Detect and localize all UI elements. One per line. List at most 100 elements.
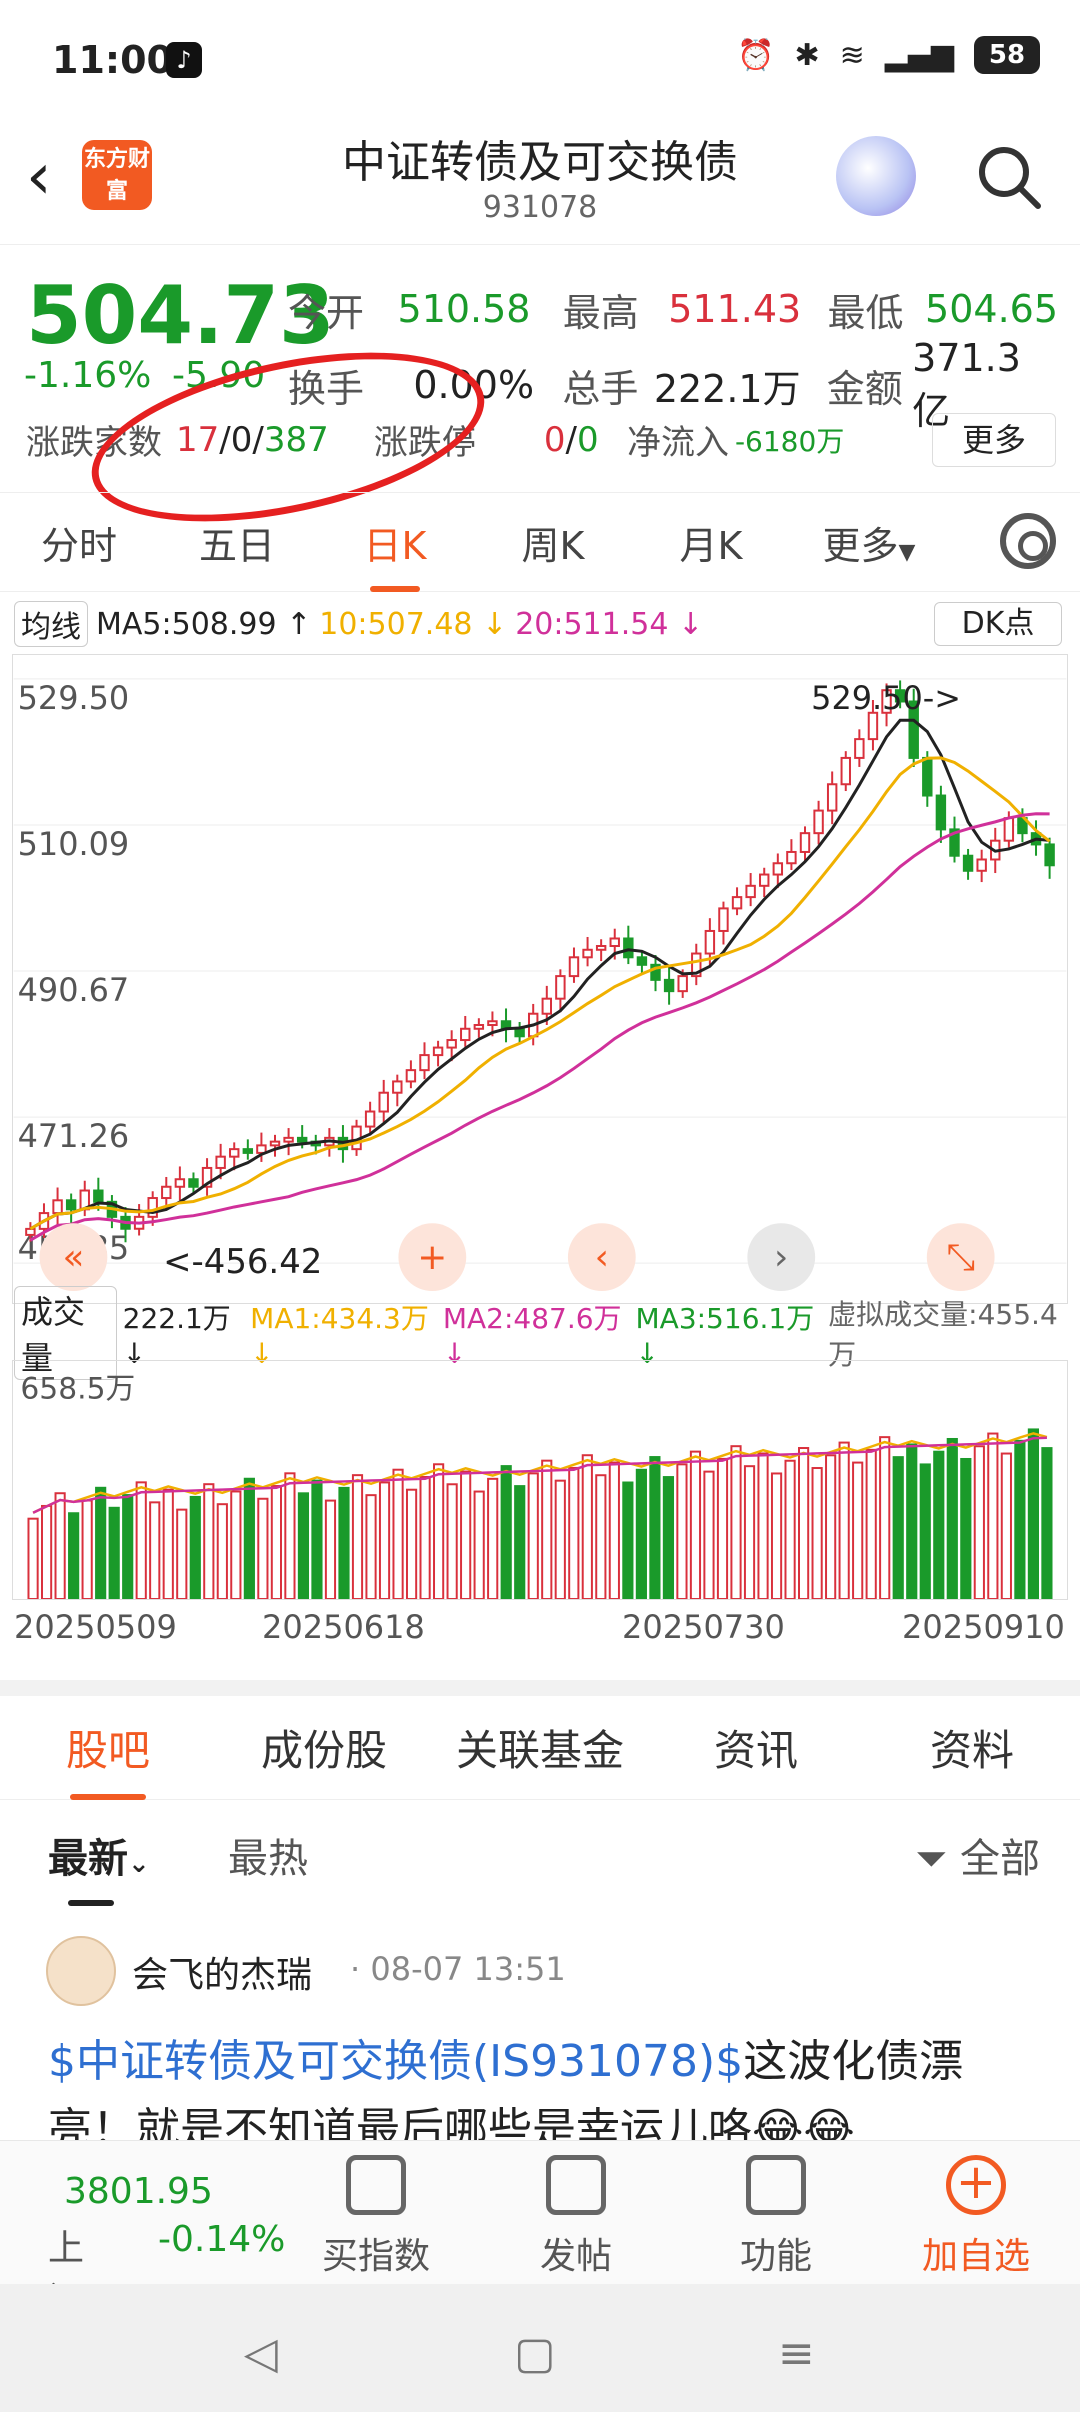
tab-constituents[interactable]: 成份股 (216, 1717, 432, 1778)
post-text[interactable]: $中证转债及可交换债(IS931078)$这波化债漂亮！就是不知道最后哪些是幸运… (48, 2028, 1050, 2148)
volume-bar (946, 1437, 958, 1599)
post-username[interactable]: 会飞的杰瑞 (132, 1946, 312, 1998)
volume-bar (405, 1488, 418, 1599)
volume-chart[interactable]: 658.5万 (12, 1360, 1068, 1600)
volume-bar (149, 1501, 161, 1599)
tiktok-icon: ♪ (166, 42, 202, 78)
candle (242, 1148, 254, 1154)
functions-button[interactable]: 功能 (696, 2155, 856, 2279)
sort-latest[interactable]: 最新⌄ (48, 1826, 150, 1906)
chevron-down-icon: ⌄ (128, 1849, 150, 1879)
candle (541, 997, 553, 1015)
search-icon[interactable] (974, 142, 1044, 212)
candle (718, 907, 729, 932)
candle (25, 1227, 36, 1236)
volume-bar (419, 1475, 431, 1599)
volume-bar (892, 1456, 904, 1599)
volume-bar (622, 1481, 634, 1599)
low-label: 最低 (827, 290, 904, 335)
volume-bar (960, 1457, 972, 1599)
netflow-label: 净流入 (626, 423, 729, 463)
candle (813, 809, 824, 835)
index-code: 931078 (482, 190, 598, 225)
tab-daily-k[interactable]: 日K (316, 515, 474, 592)
open-label: 今开 (288, 290, 365, 335)
tab-guba[interactable]: 股吧 (0, 1717, 216, 1800)
candle (229, 1148, 240, 1158)
open-value: 510.58 (397, 287, 531, 331)
filter-icon: ⏷ (915, 1836, 960, 1882)
candle (1003, 817, 1015, 842)
tab-related-funds[interactable]: 关联基金 (432, 1717, 648, 1778)
gear-icon[interactable] (1000, 513, 1056, 569)
filter-all[interactable]: ⏷ 全部 (915, 1826, 1040, 1884)
volume-bar (460, 1470, 472, 1599)
volume-bar (189, 1495, 201, 1599)
candle (269, 1140, 281, 1147)
divider (0, 1680, 1080, 1696)
candle (65, 1199, 77, 1211)
date-axis: 20250509 20250618 20250730 20250910 (14, 1608, 1066, 1658)
tab-info[interactable]: 资料 (864, 1717, 1080, 1778)
tab-five-day[interactable]: 五日 (158, 515, 316, 570)
candle (364, 1110, 376, 1128)
nav-menu-icon[interactable]: ≡ (778, 2328, 815, 2379)
volume-bar (1000, 1452, 1012, 1599)
vol-ma2: MA2:487.6万↓ (442, 1301, 622, 1370)
content-tabs: 股吧 成份股 关联基金 资讯 资料 (0, 1696, 1080, 1800)
tab-intraday[interactable]: 分时 (0, 515, 158, 570)
candle (677, 975, 688, 993)
volume-bar (41, 1504, 53, 1599)
candlestick-chart[interactable]: 529.50510.09490.67471.26451.85529.50-><-… (12, 654, 1068, 1304)
volume-bar (392, 1468, 404, 1599)
change-percent: -1.16% (24, 355, 152, 396)
candle (704, 929, 716, 955)
volume-bar (365, 1494, 377, 1599)
more-button[interactable]: 更多 (932, 413, 1056, 467)
bottom-bar: 3801.95 上证 -0.14% 买指数 发帖 功能 +加自选 (0, 2140, 1080, 2321)
ma-toggle[interactable]: 均线 (14, 601, 88, 647)
volume-bar (270, 1485, 282, 1599)
volume-bar (122, 1494, 134, 1599)
volume-bar (351, 1474, 364, 1599)
nav-back-icon[interactable]: ◁ (244, 2328, 278, 2379)
assistant-robot-icon[interactable] (836, 136, 916, 216)
volume-bar (162, 1488, 174, 1599)
volume-bar (973, 1445, 985, 1599)
tab-monthly-k[interactable]: 月K (632, 515, 790, 570)
volume-bar (838, 1441, 850, 1599)
volume-bar (257, 1497, 269, 1599)
volume-legend: 成交量 222.1万↓ MA1:434.3万↓ MA2:487.6万↓ MA3:… (14, 1286, 1066, 1380)
post-item[interactable]: 会飞的杰瑞 · 08-07 13:51 $中证转债及可交换债(IS931078)… (0, 1920, 1080, 2148)
index-value: 3801.95 (64, 2171, 213, 2212)
volume-bar (852, 1461, 864, 1599)
tab-weekly-k[interactable]: 周K (474, 515, 632, 570)
volume-bar (433, 1463, 445, 1599)
tab-more[interactable]: 更多▼ (790, 515, 948, 570)
status-time: 11:00 (52, 38, 173, 82)
vol-ma3: MA3:516.1万↓ (635, 1301, 815, 1370)
nav-home-icon[interactable]: ▢ (514, 2328, 556, 2379)
limit-down-count: 0 (576, 419, 599, 460)
buy-index-button[interactable]: 买指数 (296, 2155, 456, 2279)
avatar[interactable] (46, 1936, 116, 2006)
volume-bar (919, 1463, 931, 1599)
post-button[interactable]: 发帖 (496, 2155, 656, 2279)
chart-tool-icon: + (417, 1237, 447, 1278)
tab-news[interactable]: 资讯 (648, 1717, 864, 1778)
add-watchlist-button[interactable]: + 加自选 (896, 2155, 1056, 2279)
sort-hot[interactable]: 最热 (228, 1826, 308, 1884)
volume-bar (635, 1468, 647, 1599)
candle (609, 937, 620, 948)
wifi-icon: ≋ (839, 37, 865, 73)
dk-point-button[interactable]: DK点 (934, 602, 1062, 646)
limit-up-count: 0 (543, 419, 566, 460)
post-stock-link[interactable]: $中证转债及可交换债(IS931078)$ (48, 2036, 743, 2087)
volume-bar (378, 1481, 391, 1599)
min-label: <-456.42 (163, 1242, 322, 1281)
volume-bar (743, 1465, 756, 1599)
volume-bar (541, 1459, 553, 1599)
volume-bar (865, 1448, 877, 1599)
date-label: 20250618 (262, 1608, 425, 1646)
candle (460, 1027, 471, 1042)
